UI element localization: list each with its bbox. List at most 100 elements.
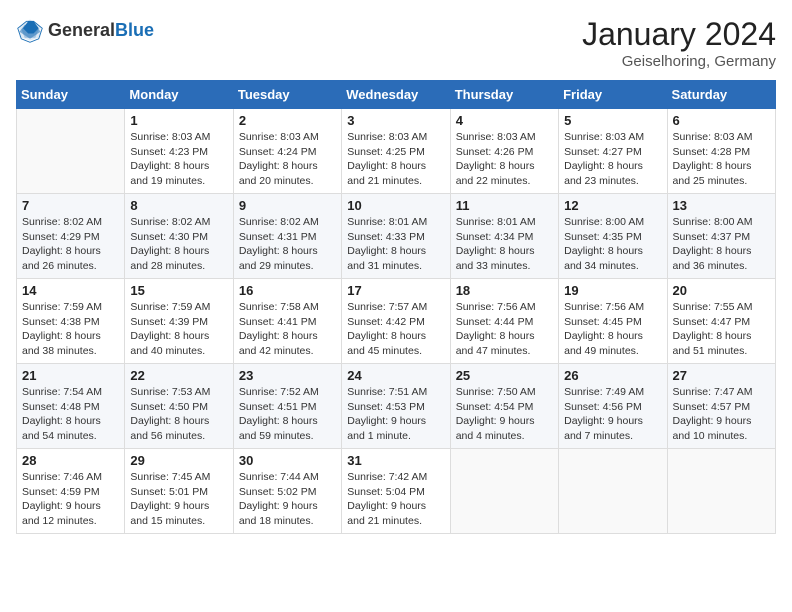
day-info: Sunrise: 7:46 AM Sunset: 4:59 PM Dayligh… <box>22 470 119 529</box>
day-info: Sunrise: 7:50 AM Sunset: 4:54 PM Dayligh… <box>456 385 553 444</box>
calendar-cell <box>559 449 667 534</box>
day-number: 29 <box>130 453 227 468</box>
day-info: Sunrise: 7:57 AM Sunset: 4:42 PM Dayligh… <box>347 300 444 359</box>
calendar-cell: 3 Sunrise: 8:03 AM Sunset: 4:25 PM Daylig… <box>342 109 450 194</box>
day-number: 23 <box>239 368 336 383</box>
day-number: 10 <box>347 198 444 213</box>
calendar-cell: 21 Sunrise: 7:54 AM Sunset: 4:48 PM Dayli… <box>17 364 125 449</box>
calendar-table: SundayMondayTuesdayWednesdayThursdayFrid… <box>16 80 776 534</box>
day-number: 4 <box>456 113 553 128</box>
day-info: Sunrise: 8:01 AM Sunset: 4:34 PM Dayligh… <box>456 215 553 274</box>
day-number: 13 <box>673 198 770 213</box>
day-number: 8 <box>130 198 227 213</box>
day-header-monday: Monday <box>125 81 233 109</box>
day-header-saturday: Saturday <box>667 81 775 109</box>
day-info: Sunrise: 8:03 AM Sunset: 4:25 PM Dayligh… <box>347 130 444 189</box>
calendar-cell: 22 Sunrise: 7:53 AM Sunset: 4:50 PM Dayli… <box>125 364 233 449</box>
day-header-thursday: Thursday <box>450 81 558 109</box>
location-title: Geiselhoring, Germany <box>582 53 776 70</box>
calendar-cell: 29 Sunrise: 7:45 AM Sunset: 5:01 PM Dayli… <box>125 449 233 534</box>
day-info: Sunrise: 7:56 AM Sunset: 4:45 PM Dayligh… <box>564 300 661 359</box>
day-info: Sunrise: 8:01 AM Sunset: 4:33 PM Dayligh… <box>347 215 444 274</box>
day-number: 18 <box>456 283 553 298</box>
day-info: Sunrise: 7:54 AM Sunset: 4:48 PM Dayligh… <box>22 385 119 444</box>
day-info: Sunrise: 7:42 AM Sunset: 5:04 PM Dayligh… <box>347 470 444 529</box>
calendar-cell: 14 Sunrise: 7:59 AM Sunset: 4:38 PM Dayli… <box>17 279 125 364</box>
day-number: 12 <box>564 198 661 213</box>
day-number: 9 <box>239 198 336 213</box>
calendar-cell: 11 Sunrise: 8:01 AM Sunset: 4:34 PM Dayli… <box>450 194 558 279</box>
day-info: Sunrise: 7:55 AM Sunset: 4:47 PM Dayligh… <box>673 300 770 359</box>
calendar-cell: 13Sunrise: 8:00 AM Sunset: 4:37 PM Dayli… <box>667 194 775 279</box>
day-header-friday: Friday <box>559 81 667 109</box>
day-header-sunday: Sunday <box>17 81 125 109</box>
day-number: 5 <box>564 113 661 128</box>
day-info: Sunrise: 7:59 AM Sunset: 4:39 PM Dayligh… <box>130 300 227 359</box>
calendar-cell: 6 Sunrise: 8:03 AM Sunset: 4:28 PM Daylig… <box>667 109 775 194</box>
day-number: 22 <box>130 368 227 383</box>
logo-text: GeneralBlue <box>48 20 154 41</box>
calendar-cell: 20 Sunrise: 7:55 AM Sunset: 4:47 PM Dayli… <box>667 279 775 364</box>
day-info: Sunrise: 8:03 AM Sunset: 4:24 PM Dayligh… <box>239 130 336 189</box>
day-info: Sunrise: 7:53 AM Sunset: 4:50 PM Dayligh… <box>130 385 227 444</box>
day-number: 16 <box>239 283 336 298</box>
calendar-cell: 1 Sunrise: 8:03 AM Sunset: 4:23 PM Daylig… <box>125 109 233 194</box>
calendar-cell: 18Sunrise: 7:56 AM Sunset: 4:44 PM Dayli… <box>450 279 558 364</box>
day-info: Sunrise: 7:44 AM Sunset: 5:02 PM Dayligh… <box>239 470 336 529</box>
day-info: Sunrise: 8:02 AM Sunset: 4:31 PM Dayligh… <box>239 215 336 274</box>
calendar-cell: 19Sunrise: 7:56 AM Sunset: 4:45 PM Dayli… <box>559 279 667 364</box>
calendar-week-2: 7 Sunrise: 8:02 AM Sunset: 4:29 PM Daylig… <box>17 194 776 279</box>
day-info: Sunrise: 8:03 AM Sunset: 4:27 PM Dayligh… <box>564 130 661 189</box>
day-number: 7 <box>22 198 119 213</box>
day-info: Sunrise: 8:03 AM Sunset: 4:26 PM Dayligh… <box>456 130 553 189</box>
day-info: Sunrise: 8:00 AM Sunset: 4:35 PM Dayligh… <box>564 215 661 274</box>
calendar-cell: 4 Sunrise: 8:03 AM Sunset: 4:26 PM Daylig… <box>450 109 558 194</box>
calendar-week-5: 28 Sunrise: 7:46 AM Sunset: 4:59 PM Dayli… <box>17 449 776 534</box>
day-number: 28 <box>22 453 119 468</box>
calendar-cell: 10 Sunrise: 8:01 AM Sunset: 4:33 PM Dayli… <box>342 194 450 279</box>
day-number: 1 <box>130 113 227 128</box>
day-number: 3 <box>347 113 444 128</box>
day-number: 25 <box>456 368 553 383</box>
calendar-cell: 30 Sunrise: 7:44 AM Sunset: 5:02 PM Dayli… <box>233 449 341 534</box>
calendar-cell: 9 Sunrise: 8:02 AM Sunset: 4:31 PM Daylig… <box>233 194 341 279</box>
day-number: 21 <box>22 368 119 383</box>
calendar-cell: 16Sunrise: 7:58 AM Sunset: 4:41 PM Dayli… <box>233 279 341 364</box>
day-info: Sunrise: 7:51 AM Sunset: 4:53 PM Dayligh… <box>347 385 444 444</box>
day-number: 30 <box>239 453 336 468</box>
title-area: January 2024 Geiselhoring, Germany <box>582 16 776 70</box>
calendar-cell: 15 Sunrise: 7:59 AM Sunset: 4:39 PM Dayli… <box>125 279 233 364</box>
calendar-cell: 24Sunrise: 7:51 AM Sunset: 4:53 PM Dayli… <box>342 364 450 449</box>
calendar-cell: 17 Sunrise: 7:57 AM Sunset: 4:42 PM Dayli… <box>342 279 450 364</box>
logo: GeneralBlue <box>16 16 154 44</box>
day-info: Sunrise: 8:03 AM Sunset: 4:23 PM Dayligh… <box>130 130 227 189</box>
day-number: 14 <box>22 283 119 298</box>
day-info: Sunrise: 7:49 AM Sunset: 4:56 PM Dayligh… <box>564 385 661 444</box>
day-info: Sunrise: 7:45 AM Sunset: 5:01 PM Dayligh… <box>130 470 227 529</box>
month-title: January 2024 <box>582 16 776 53</box>
day-number: 6 <box>673 113 770 128</box>
calendar-cell <box>667 449 775 534</box>
day-header-wednesday: Wednesday <box>342 81 450 109</box>
day-number: 20 <box>673 283 770 298</box>
day-number: 15 <box>130 283 227 298</box>
day-number: 27 <box>673 368 770 383</box>
calendar-week-3: 14 Sunrise: 7:59 AM Sunset: 4:38 PM Dayli… <box>17 279 776 364</box>
calendar-cell: 7 Sunrise: 8:02 AM Sunset: 4:29 PM Daylig… <box>17 194 125 279</box>
logo-icon <box>16 16 44 44</box>
day-info: Sunrise: 8:02 AM Sunset: 4:29 PM Dayligh… <box>22 215 119 274</box>
day-info: Sunrise: 8:03 AM Sunset: 4:28 PM Dayligh… <box>673 130 770 189</box>
day-info: Sunrise: 7:52 AM Sunset: 4:51 PM Dayligh… <box>239 385 336 444</box>
calendar-cell: 8Sunrise: 8:02 AM Sunset: 4:30 PM Daylig… <box>125 194 233 279</box>
logo-general: General <box>48 20 115 40</box>
day-number: 11 <box>456 198 553 213</box>
calendar-cell: 5 Sunrise: 8:03 AM Sunset: 4:27 PM Daylig… <box>559 109 667 194</box>
day-number: 17 <box>347 283 444 298</box>
day-info: Sunrise: 7:59 AM Sunset: 4:38 PM Dayligh… <box>22 300 119 359</box>
calendar-cell <box>17 109 125 194</box>
calendar-header-row: SundayMondayTuesdayWednesdayThursdayFrid… <box>17 81 776 109</box>
calendar-cell: 12 Sunrise: 8:00 AM Sunset: 4:35 PM Dayli… <box>559 194 667 279</box>
calendar-cell: 23 Sunrise: 7:52 AM Sunset: 4:51 PM Dayli… <box>233 364 341 449</box>
day-number: 26 <box>564 368 661 383</box>
calendar-cell: 27Sunrise: 7:47 AM Sunset: 4:57 PM Dayli… <box>667 364 775 449</box>
